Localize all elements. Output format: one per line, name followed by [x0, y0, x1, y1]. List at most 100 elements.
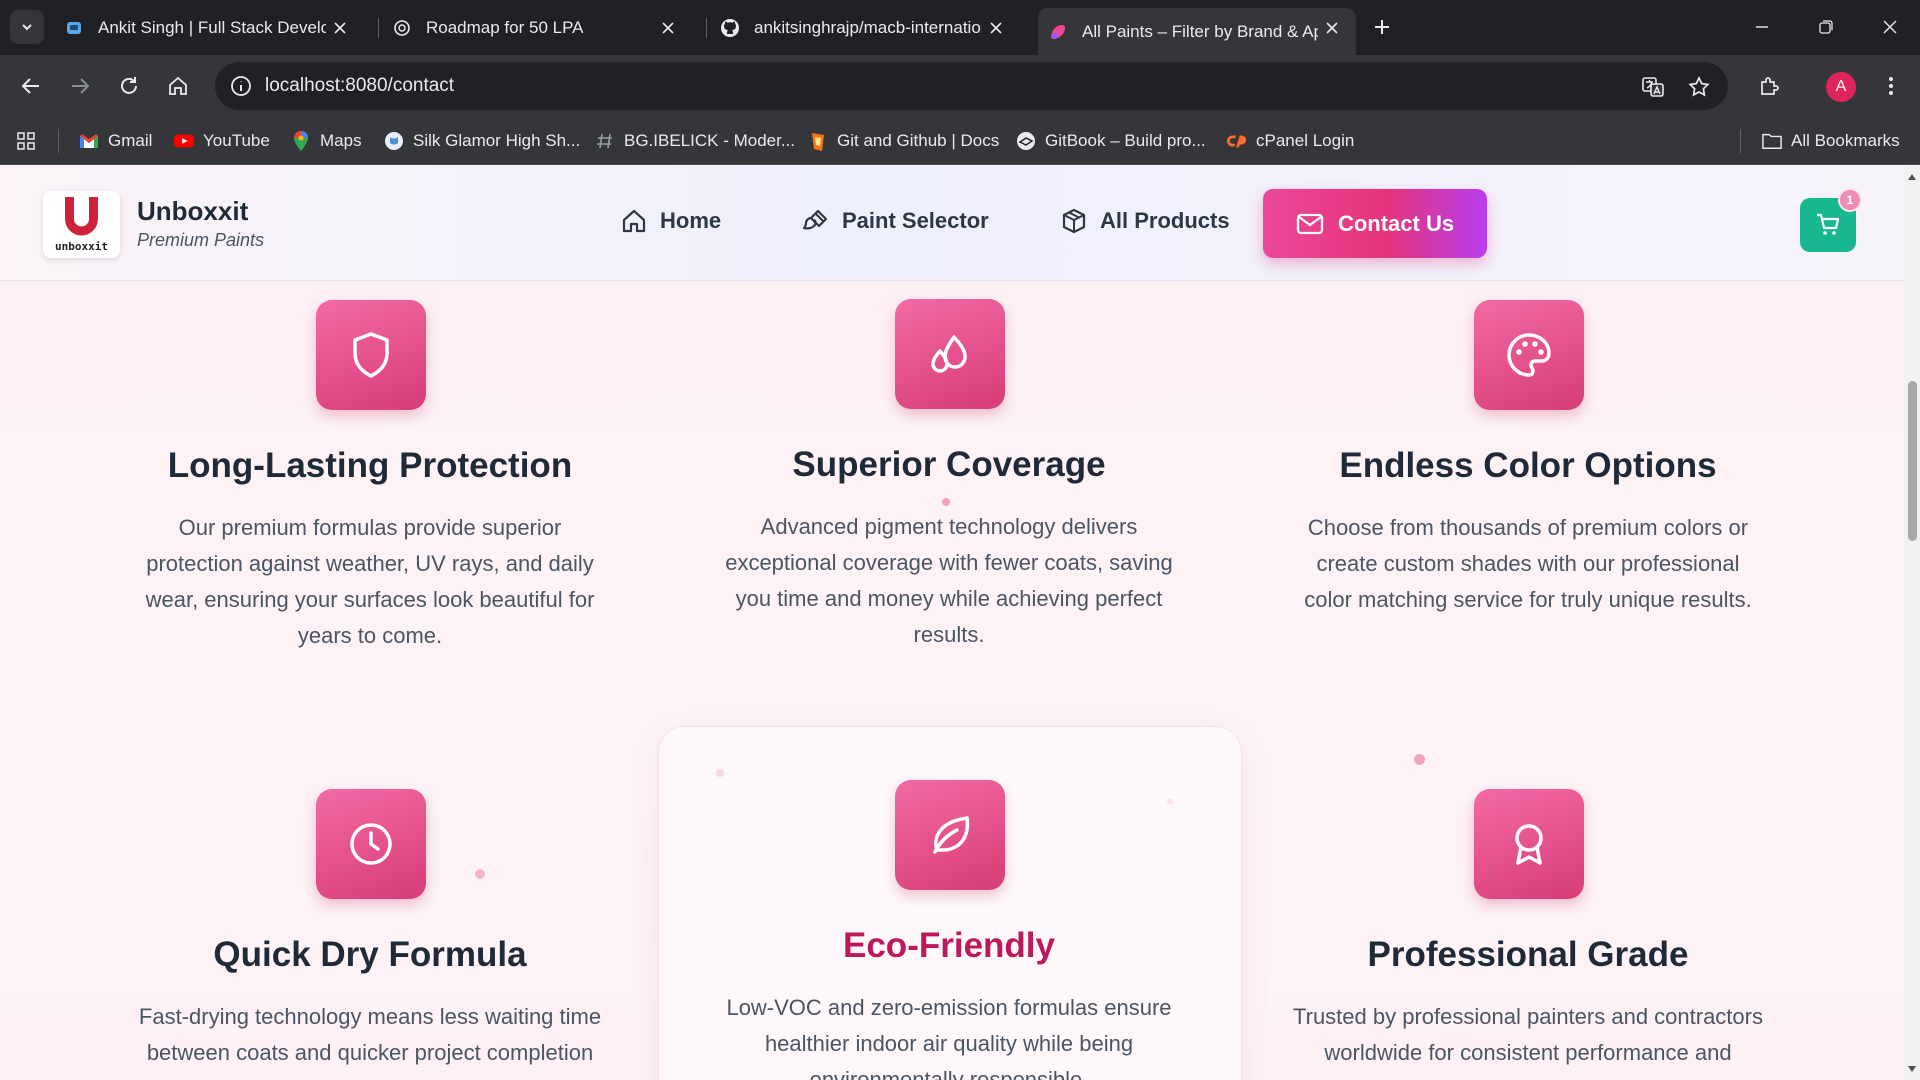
- feature-icon-tile: [1474, 789, 1584, 899]
- nav-paint-selector[interactable]: Paint Selector: [802, 201, 989, 241]
- award-icon: [1515, 824, 1543, 865]
- all-bookmarks-button[interactable]: All Bookmarks: [1762, 129, 1900, 153]
- nav-contact-us-button[interactable]: Contact Us: [1263, 189, 1487, 258]
- close-icon[interactable]: [330, 18, 350, 38]
- gmail-icon: [79, 131, 99, 151]
- clock-icon: [350, 823, 392, 865]
- feature-title: Superior Coverage: [792, 445, 1106, 484]
- feature-description: Advanced pigment technology delivers exc…: [725, 514, 1173, 647]
- feature-icon-tile: [895, 299, 1005, 409]
- address-bar[interactable]: localhost:8080/contact: [215, 62, 1728, 110]
- apps-button[interactable]: [16, 129, 45, 153]
- decorative-dot: [475, 869, 485, 879]
- feature-description: Choose from thousands of premium colors …: [1304, 515, 1752, 612]
- brand-tagline: Premium Paints: [137, 230, 265, 250]
- feature-title: Quick Dry Formula: [213, 935, 527, 974]
- feature-description: Trusted by professional painters and con…: [1293, 1004, 1763, 1065]
- page-scrollbar[interactable]: [1904, 166, 1920, 1080]
- site-logo[interactable]: unboxxit: [43, 191, 120, 258]
- extensions-button[interactable]: [1756, 72, 1784, 100]
- portfolio-icon: [64, 18, 84, 38]
- cpanel-icon: [1227, 131, 1247, 151]
- arrow-right-icon: [72, 78, 90, 94]
- bookmarks-bar: Gmail YouTube Maps Silk Glamor High Sh..…: [0, 117, 1920, 165]
- close-icon: [1883, 20, 1897, 34]
- home-button[interactable]: [164, 72, 192, 100]
- hash-icon: [595, 131, 615, 151]
- browser-tab-bar: Ankit Singh | Full Stack Develop Roadmap…: [0, 0, 1920, 55]
- maps-icon: [291, 131, 311, 151]
- bookmark-separator: [58, 129, 59, 153]
- feature-description: Fast-drying technology means less waitin…: [138, 1004, 602, 1065]
- close-icon[interactable]: [658, 18, 678, 38]
- reload-icon: [121, 77, 137, 94]
- translate-icon[interactable]: [1640, 74, 1666, 100]
- bookmark-cpanel[interactable]: cPanel Login: [1227, 129, 1354, 153]
- bookmark-gmail[interactable]: Gmail: [79, 129, 152, 153]
- puzzle-icon: [1761, 77, 1779, 95]
- restore-icon: [1819, 20, 1833, 34]
- scroll-up-arrow-icon[interactable]: [1907, 172, 1917, 182]
- folder-icon: [1762, 131, 1782, 151]
- tab-separator: [378, 18, 379, 38]
- feature-description: Our premium formulas provide superior pr…: [145, 515, 595, 648]
- unboxxit-logo-icon: [65, 197, 98, 236]
- more-vertical-icon: [1889, 77, 1893, 95]
- tab-roadmap[interactable]: Roadmap for 50 LPA: [392, 8, 692, 48]
- bookmark-youtube[interactable]: YouTube: [174, 129, 270, 153]
- browser-menu-button[interactable]: [1877, 72, 1905, 100]
- shield-icon: [353, 332, 389, 378]
- feature-title: Long-Lasting Protection: [167, 446, 573, 485]
- leaf-icon: [933, 816, 970, 854]
- restore-button[interactable]: [1814, 14, 1838, 40]
- brand-name[interactable]: Unboxxit: [137, 196, 248, 227]
- tab-github[interactable]: ankitsinghrajp/macb-internation: [720, 8, 1020, 48]
- scroll-down-arrow-icon[interactable]: [1907, 1064, 1917, 1074]
- home-icon: [169, 76, 187, 95]
- gitbook-icon: [1016, 131, 1036, 151]
- bookmark-silk-glamor[interactable]: Silk Glamor High Sh...: [384, 129, 580, 153]
- bookmark-git-docs[interactable]: Git and Github | Docs: [808, 129, 999, 153]
- tab-portfolio[interactable]: Ankit Singh | Full Stack Develop: [64, 8, 364, 48]
- github-icon: [720, 18, 740, 38]
- page-viewport: Long-Lasting Protection Our premium form…: [0, 166, 1904, 1080]
- reload-button[interactable]: [115, 72, 143, 100]
- close-icon[interactable]: [986, 18, 1006, 38]
- new-tab-button[interactable]: [1370, 12, 1394, 42]
- tab-all-paints[interactable]: All Paints – Filter by Brand & Ap: [1038, 8, 1356, 55]
- back-button[interactable]: [17, 72, 45, 100]
- tab-search-button[interactable]: [10, 10, 44, 44]
- minimize-button[interactable]: [1750, 14, 1774, 40]
- site-header: unboxxit Unboxxit Premium Paints Home Pa…: [0, 166, 1904, 281]
- bookmark-bg-ibelick[interactable]: BG.IBELICK - Moder...: [595, 129, 795, 153]
- nav-home[interactable]: Home: [620, 201, 721, 241]
- window-close-button[interactable]: [1878, 14, 1902, 40]
- plus-icon: [1375, 20, 1389, 34]
- profile-avatar[interactable]: A: [1826, 72, 1856, 102]
- apps-grid-icon: [16, 131, 36, 151]
- forward-button[interactable]: [66, 72, 94, 100]
- paintbrush-icon: [802, 207, 830, 235]
- url-text[interactable]: localhost:8080/contact: [265, 75, 454, 97]
- mail-icon: [1296, 210, 1324, 238]
- browser-toolbar: localhost:8080/contact A: [0, 55, 1920, 117]
- site-info-icon[interactable]: [229, 74, 253, 98]
- shopping-cart-icon: [1817, 213, 1840, 235]
- feature-title: Eco-Friendly: [843, 926, 1055, 965]
- feature-icon-tile: [1474, 300, 1584, 410]
- youtube-icon: [174, 131, 194, 151]
- scroll-thumb[interactable]: [1908, 381, 1917, 541]
- close-icon[interactable]: [1322, 18, 1342, 38]
- nav-all-products[interactable]: All Products: [1060, 201, 1230, 241]
- bookmark-gitbook[interactable]: GitBook – Build pro...: [1016, 129, 1206, 153]
- feature-icon-tile: [316, 789, 426, 899]
- chevron-down-icon: [22, 24, 32, 31]
- feature-icon-tile: [316, 300, 426, 410]
- feature-icon-tile: [895, 780, 1005, 890]
- feature-title: Professional Grade: [1367, 935, 1689, 974]
- decorative-dot: [1167, 798, 1173, 804]
- bookmark-maps[interactable]: Maps: [291, 129, 362, 153]
- bookmark-star-icon[interactable]: [1686, 74, 1712, 100]
- cart-count-badge: 1: [1838, 188, 1862, 212]
- arrow-left-icon: [21, 78, 39, 94]
